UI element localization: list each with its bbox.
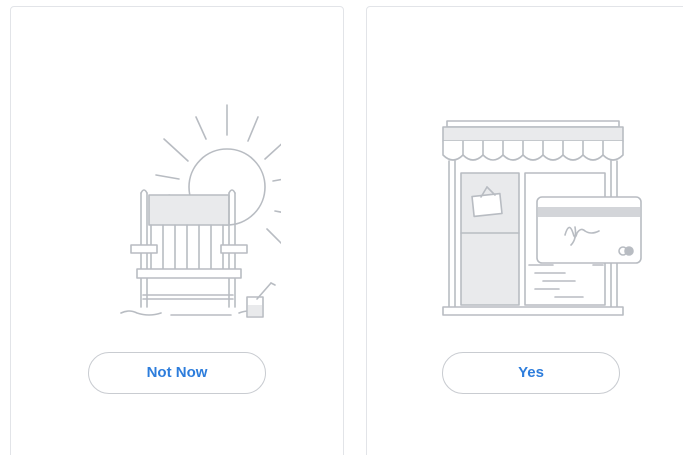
- beach-chair-sun-icon: [120, 104, 281, 318]
- card-yes[interactable]: Yes: [366, 6, 683, 455]
- storefront-credit-card-icon: [442, 120, 642, 316]
- not-now-button[interactable]: Not Now: [88, 352, 266, 394]
- page: Not Now Yes: [0, 0, 683, 455]
- yes-button[interactable]: Yes: [442, 352, 620, 394]
- card-not-now[interactable]: Not Now: [10, 6, 344, 455]
